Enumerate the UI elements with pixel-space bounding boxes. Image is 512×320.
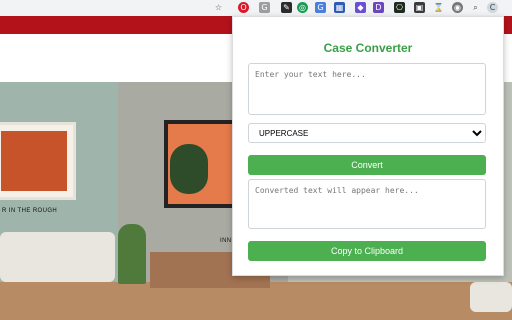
convert-button[interactable]: Convert: [248, 155, 486, 175]
case-converter-popup: Case Converter UPPERCASE Convert Copy to…: [232, 16, 504, 276]
whatsapp-icon[interactable]: ◎: [297, 2, 308, 13]
artwork-caption[interactable]: INN: [220, 238, 232, 244]
translate-icon[interactable]: G: [315, 2, 326, 13]
search-icon[interactable]: ⌕: [470, 2, 481, 13]
calendar-icon[interactable]: ▦: [334, 2, 345, 13]
sofa: [0, 232, 115, 282]
pen-icon[interactable]: ✎: [281, 2, 292, 13]
bookmark-star-icon[interactable]: ☆: [213, 2, 224, 13]
browser-toolbar: ☆ O G ✎ ◎ G ▦ ◆ D ⎔ ▣ ⌛ ◉ ⌕ C: [0, 0, 512, 17]
plant: [118, 224, 146, 284]
chrome-icon[interactable]: ◉: [452, 2, 463, 13]
output-textarea[interactable]: [248, 179, 486, 229]
hourglass-icon[interactable]: ⌛: [433, 2, 444, 13]
case-converter-icon[interactable]: C: [487, 2, 498, 13]
sofa: [470, 282, 512, 312]
dropbox-icon[interactable]: D: [373, 2, 384, 13]
opera-icon[interactable]: O: [238, 2, 249, 13]
copy-to-clipboard-button[interactable]: Copy to Clipboard: [248, 241, 486, 261]
case-select[interactable]: UPPERCASE: [248, 123, 486, 143]
artwork-caption[interactable]: R IN THE ROUGH: [2, 208, 57, 214]
artwork-left[interactable]: [0, 122, 76, 200]
popup-title: Case Converter: [323, 41, 413, 55]
terminal-icon[interactable]: ⎔: [394, 2, 405, 13]
badge-icon[interactable]: ◆: [355, 2, 366, 13]
input-textarea[interactable]: [248, 63, 486, 115]
extension-icon[interactable]: ▣: [414, 2, 425, 13]
extension-icon[interactable]: G: [259, 2, 270, 13]
